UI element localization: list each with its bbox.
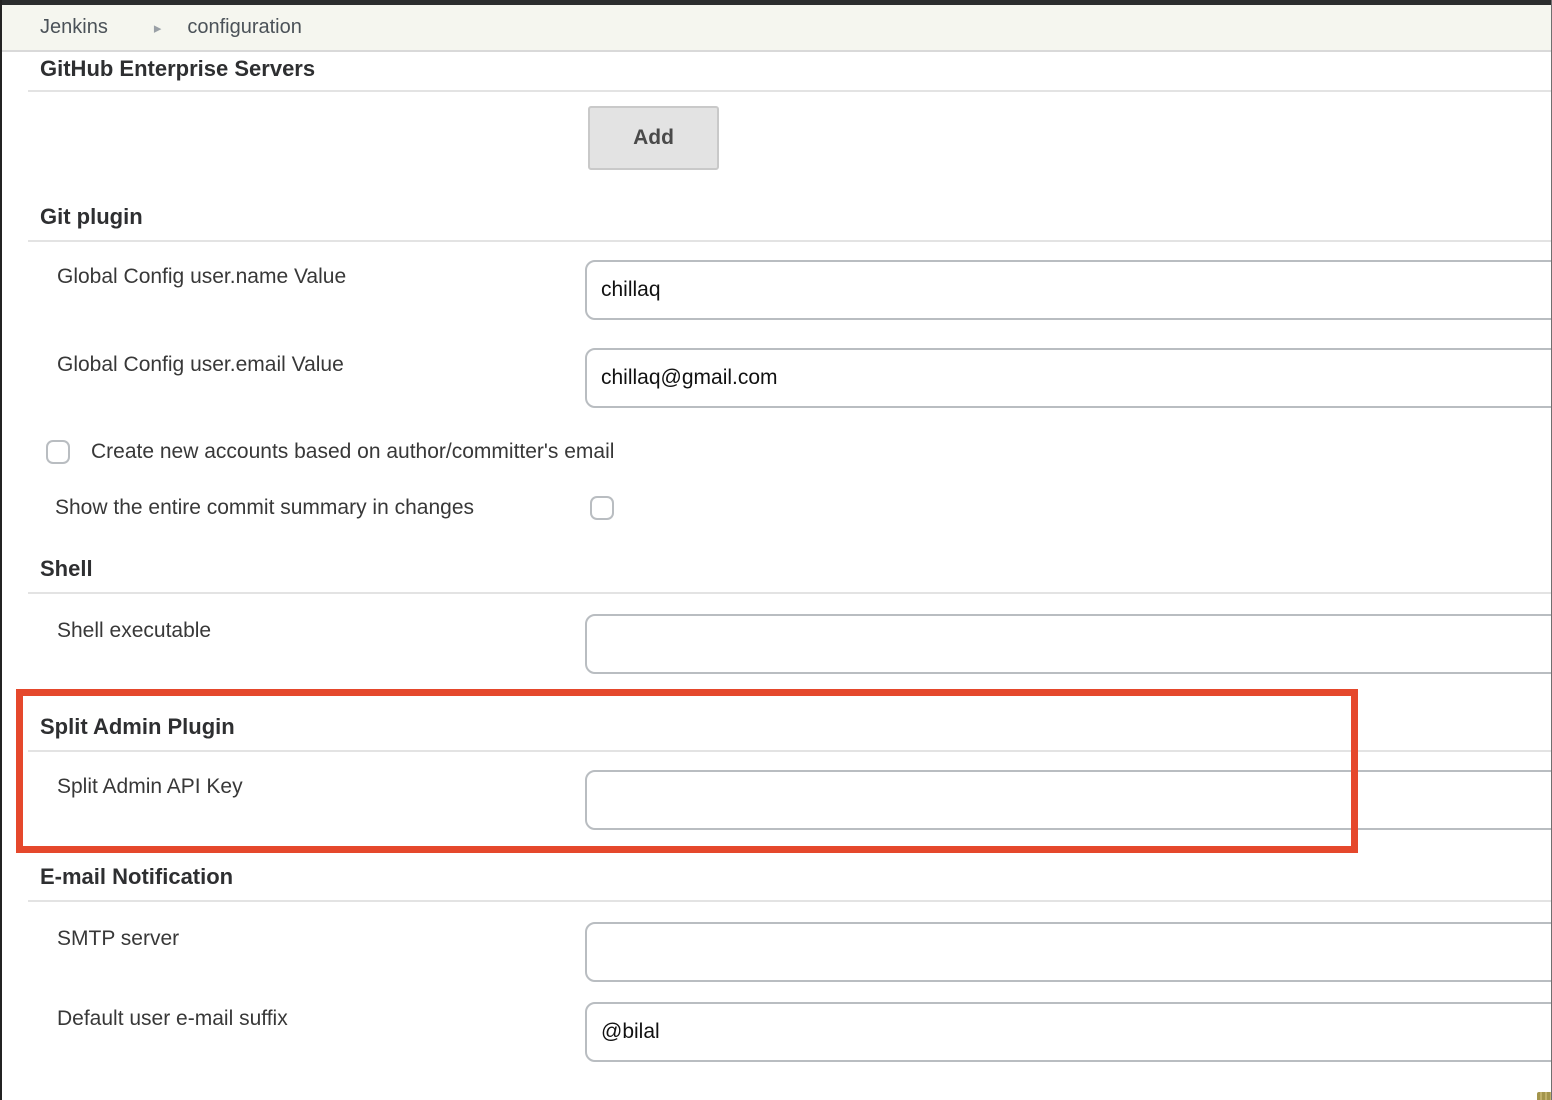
- add-button-row: Add: [2, 106, 1551, 170]
- chevron-right-icon: ▸: [154, 19, 162, 37]
- smtp-server-label: SMTP server: [57, 927, 179, 951]
- jenkins-configure-page: Jenkins ▸ configuration GitHub Enterpris…: [0, 0, 1552, 1100]
- create-accounts-label: Create new accounts based on author/comm…: [91, 440, 614, 464]
- global-config-user-name-input[interactable]: [585, 260, 1552, 320]
- global-config-user-name-label: Global Config user.name Value: [57, 265, 346, 289]
- section-divider: [28, 900, 1551, 902]
- smtp-server-row: SMTP server: [2, 922, 1551, 982]
- add-github-server-button[interactable]: Add: [588, 106, 719, 170]
- section-divider: [28, 592, 1551, 594]
- default-email-suffix-input[interactable]: [585, 1002, 1552, 1062]
- default-email-suffix-row: Default user e-mail suffix: [2, 1002, 1551, 1062]
- shell-executable-row: Shell executable: [2, 614, 1551, 674]
- split-admin-api-key-input[interactable]: [585, 770, 1552, 830]
- shell-executable-label: Shell executable: [57, 619, 211, 643]
- breadcrumb: Jenkins ▸ configuration: [2, 5, 1551, 52]
- github-enterprise-servers-title: GitHub Enterprise Servers: [40, 56, 1551, 82]
- show-commit-summary-checkbox[interactable]: [590, 496, 614, 520]
- git-plugin-title: Git plugin: [40, 204, 1551, 230]
- show-commit-summary-row: Show the entire commit summary in change…: [2, 496, 1551, 520]
- section-divider: [28, 750, 1551, 752]
- email-notification-title: E-mail Notification: [40, 864, 1551, 890]
- create-accounts-checkbox[interactable]: [46, 440, 70, 464]
- cropped-help-icon-fragment: [1537, 1092, 1552, 1100]
- section-divider: [28, 240, 1551, 242]
- breadcrumb-jenkins-link[interactable]: Jenkins: [40, 16, 108, 39]
- split-admin-plugin-title: Split Admin Plugin: [40, 714, 1551, 740]
- global-config-user-email-label: Global Config user.email Value: [57, 353, 344, 377]
- split-admin-api-key-row: Split Admin API Key: [2, 770, 1551, 830]
- split-admin-api-key-label: Split Admin API Key: [57, 775, 243, 799]
- global-config-user-name-row: Global Config user.name Value: [2, 260, 1551, 320]
- smtp-server-input[interactable]: [585, 922, 1552, 982]
- breadcrumb-configuration-link[interactable]: configuration: [187, 16, 302, 39]
- global-config-user-email-input[interactable]: [585, 348, 1552, 408]
- show-commit-summary-label: Show the entire commit summary in change…: [55, 496, 474, 520]
- section-divider: [28, 90, 1551, 92]
- shell-title: Shell: [40, 556, 1551, 582]
- create-accounts-row: Create new accounts based on author/comm…: [2, 440, 1551, 464]
- shell-executable-input[interactable]: [585, 614, 1552, 674]
- global-config-user-email-row: Global Config user.email Value: [2, 348, 1551, 408]
- default-email-suffix-label: Default user e-mail suffix: [57, 1007, 288, 1031]
